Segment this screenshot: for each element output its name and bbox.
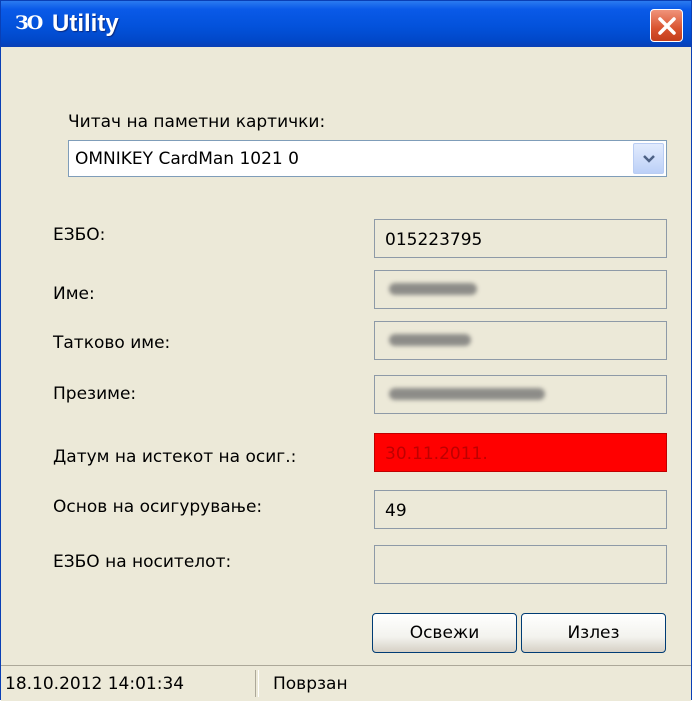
redacted-text xyxy=(389,283,477,295)
app-logo-icon: ЗО xyxy=(15,12,43,34)
osnov-field[interactable]: 49 xyxy=(374,490,667,529)
connection-status: Поврзан xyxy=(273,674,348,694)
refresh-button[interactable]: Освежи xyxy=(372,613,517,653)
redacted-text xyxy=(389,388,545,400)
nositel-field[interactable] xyxy=(374,545,667,584)
reader-label: Читач на паметни картички: xyxy=(68,112,326,132)
window-title: Utility xyxy=(52,10,119,37)
prezime-field[interactable] xyxy=(374,375,667,414)
status-datetime: 18.10.2012 14:01:34 xyxy=(5,674,185,694)
ime-label: Име: xyxy=(53,284,95,304)
title-bar[interactable]: ЗО Utility xyxy=(1,1,691,47)
ezbo-label: ЕЗБО: xyxy=(53,225,106,245)
reader-select-value: OMNIKEY CardMan 1021 0 xyxy=(75,149,299,169)
reader-select[interactable]: OMNIKEY CardMan 1021 0 xyxy=(68,140,667,177)
osnov-value: 49 xyxy=(385,501,407,521)
ime-field[interactable] xyxy=(374,270,667,309)
datum-field[interactable]: 30.11.2011. xyxy=(374,433,667,472)
prezime-label: Презиме: xyxy=(53,384,137,404)
datum-value: 30.11.2011. xyxy=(385,444,488,464)
status-bar: 18.10.2012 14:01:34 Поврзан xyxy=(1,665,691,701)
tatkovo-field[interactable] xyxy=(374,321,667,360)
dropdown-button[interactable] xyxy=(633,143,664,174)
utility-window: ЗО Utility Читач на паметни картички: OM… xyxy=(0,0,692,701)
redacted-text xyxy=(389,334,471,346)
nositel-label: ЕЗБО на носителот: xyxy=(53,552,232,572)
ezbo-value: 015223795 xyxy=(385,230,483,250)
datum-label: Датум на истекот на осиг.: xyxy=(53,447,297,467)
osnov-label: Основ на осигурување: xyxy=(53,497,263,517)
tatkovo-label: Татково име: xyxy=(53,333,171,353)
ezbo-field[interactable]: 015223795 xyxy=(374,219,667,258)
status-divider xyxy=(255,670,259,697)
exit-button[interactable]: Излез xyxy=(521,613,666,653)
close-icon xyxy=(658,17,676,35)
close-button[interactable] xyxy=(650,9,683,42)
chevron-down-icon xyxy=(643,155,655,163)
